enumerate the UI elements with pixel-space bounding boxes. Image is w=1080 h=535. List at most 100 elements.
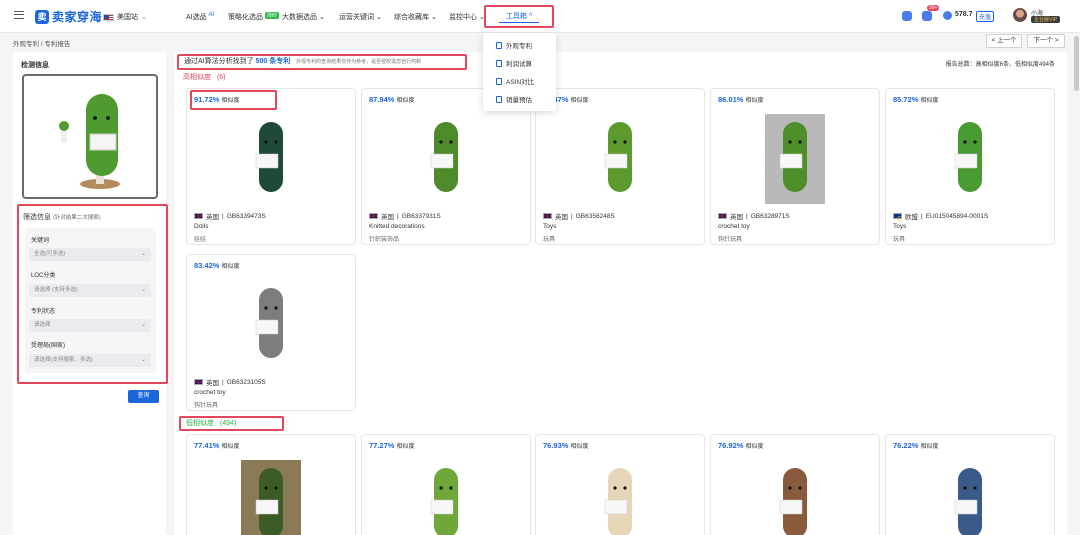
keyword-label: 关键词 (31, 238, 50, 244)
us-flag-icon (103, 13, 114, 21)
similarity-score: 76.93% 相似度 (543, 441, 588, 450)
product-image-wrap (536, 109, 704, 209)
patent-country: 欧盟 (905, 214, 918, 221)
chevron-down-icon: ⌄ (140, 251, 146, 257)
menu-item-design-patent[interactable]: 外观专利 (496, 40, 532, 50)
menu-item-sales-estimate[interactable]: 销量预估 (496, 94, 532, 104)
patent-number-value: GB6323105S (226, 378, 266, 386)
similarity-score: 83.42% 相似度 (194, 261, 239, 270)
nav-monitor[interactable]: 监控中心 ⌄ (449, 12, 485, 22)
nav-bigdata[interactable]: 大数据选品 ⌄ (282, 12, 325, 22)
similarity-score: 86.01% 相似度 (718, 95, 763, 104)
next-button[interactable]: 下一个 > (1027, 34, 1065, 48)
similarity-label: 相似度 (745, 98, 764, 104)
breadcrumb: 外观专利 / 专利报告 (13, 41, 71, 48)
separator: | (921, 212, 923, 220)
loc-select[interactable]: 请选择 (支持多选) ⌄ (29, 284, 151, 297)
status-placeholder: 请选择 (34, 322, 51, 328)
patent-card[interactable]: 76.92% 相似度 (710, 434, 880, 535)
similarity-value: 83.42% (194, 261, 220, 270)
similarity-label: 相似度 (570, 98, 589, 104)
eu-flag-icon (893, 213, 902, 221)
patent-country: 英国 (730, 214, 743, 221)
patent-title: Toys (893, 223, 907, 230)
patent-card[interactable]: 77.27% 相似度 (361, 434, 531, 535)
active-underline (499, 22, 539, 23)
chevron-down-icon: ⌄ (140, 322, 146, 328)
patent-number-value: GB6337931S (401, 212, 441, 220)
patent-card[interactable]: 83.42% 相似度 英国 | GB6323105S crochet toy 钩针玩具 (186, 254, 356, 411)
patent-number-value: GB6339473S (226, 212, 266, 220)
site-selector[interactable]: 美国站 ⌄ (103, 12, 147, 22)
patent-number-value: GB6356248S (575, 212, 615, 220)
product-image-wrap (886, 455, 1054, 535)
similarity-label: 相似度 (570, 444, 589, 450)
logo-mark-icon: 卖 (35, 9, 49, 24)
product-image-wrap (886, 109, 1054, 209)
patent-card[interactable]: 87.47%相似度英国|GB6356248SToys玩具 (535, 88, 705, 245)
similarity-score: 77.27% 相似度 (369, 441, 414, 450)
result-banner: 通过AI算法分析找到了 500 条专利 外观专利的查询结果仅作为参考，是否侵权需… (177, 54, 467, 70)
keyword-select[interactable]: 全选(可多选) ⌄ (29, 248, 151, 261)
menu-item-profit-calc[interactable]: 利润试算 (496, 58, 532, 68)
prev-button[interactable]: < 上一个 (986, 34, 1022, 48)
patent-card[interactable]: 86.01% 相似度 英国 | GB6328971S crochet toy 钩针玩具 (710, 88, 880, 245)
nav-strategy-label: 策略化选品 (228, 14, 263, 21)
office-select[interactable]: 请选择(支持搜索、多选) ⌄ (29, 354, 151, 367)
patent-category: 钩针玩具 (194, 403, 219, 409)
patent-country: 英国 (555, 214, 568, 221)
product-image (765, 114, 825, 204)
uk-flag-icon (194, 379, 203, 385)
product-image (241, 460, 301, 535)
nav-strategy-select[interactable]: 策略化选品 限时 (228, 12, 279, 22)
patent-category: 针织装饰品 (369, 237, 400, 243)
chevron-down-icon: ⌄ (140, 287, 146, 293)
patent-card[interactable]: 76.22% 相似度 (885, 434, 1055, 535)
uk-flag-icon (194, 213, 203, 219)
scrollbar[interactable] (1074, 36, 1079, 91)
chart-icon (496, 95, 502, 103)
patent-number: 英国 | GB6337931S (369, 211, 441, 221)
uk-flag-icon (543, 213, 552, 219)
patent-category: 玩具 (893, 237, 906, 243)
query-button[interactable]: 查询 (128, 390, 159, 403)
patent-title: crochet toy (194, 389, 226, 396)
separator: | (222, 378, 224, 386)
patent-icon (496, 41, 502, 49)
recharge-button[interactable]: 充值 (976, 11, 995, 22)
bell-icon[interactable] (922, 11, 932, 21)
vip-badge: 企业版VIP (1031, 16, 1061, 23)
patent-card[interactable]: 85.72% 相似度 欧盟 | EU015045894-0001S Toys 玩具 (885, 88, 1055, 245)
banner-prefix: 通过AI算法分析找到了 (184, 58, 254, 65)
product-image-wrap (187, 109, 355, 209)
patent-card[interactable]: 76.93% 相似度 (535, 434, 705, 535)
product-image (604, 122, 632, 192)
patent-number-value: EU015045894-0001S (925, 212, 989, 220)
separator: | (571, 212, 573, 220)
similarity-score: 87.94% 相似度 (369, 95, 414, 104)
tool-icon[interactable] (902, 11, 912, 21)
patent-title: Dolls (194, 223, 209, 230)
similarity-label: 相似度 (221, 444, 240, 450)
patent-card[interactable]: 87.94% 相似度 英国 | GB6337931S Knitted decoration… (361, 88, 531, 245)
logo[interactable]: 卖 卖家穿海 (35, 8, 102, 25)
similarity-label: 相似度 (396, 444, 415, 450)
banner-count: 500 条专利 (255, 58, 291, 65)
filter-section: 筛选信息 (针对结果二次搜索) 关键词 全选(可多选) ⌄ LOC分类 请选择 … (17, 204, 168, 384)
patent-card[interactable]: 77.41% 相似度 (186, 434, 356, 535)
nav-keywords[interactable]: 运营关键词 ⌄ (339, 12, 382, 22)
similarity-value: 91.72% (194, 95, 220, 104)
nav-toolbox[interactable]: 工具箱 ^ (484, 5, 554, 28)
product-image (430, 122, 458, 192)
nav-collections[interactable]: 综合收藏库 ⌄ (394, 12, 437, 22)
points-value: 578.7 (955, 11, 973, 18)
product-image (954, 468, 982, 535)
product-image-wrap (711, 109, 879, 209)
patent-card[interactable]: 91.72% 相似度 英国 | GB6339473S Dolls 娃娃 (186, 88, 356, 245)
menu-item-asin-compare[interactable]: ASIN对比 (496, 76, 534, 86)
nav-ai-select[interactable]: AI选品 AI (186, 12, 214, 22)
similarity-value: 86.01% (718, 95, 744, 104)
menu-icon[interactable] (14, 11, 24, 19)
status-select[interactable]: 请选择 ⌄ (29, 319, 151, 332)
avatar[interactable] (1013, 8, 1027, 22)
